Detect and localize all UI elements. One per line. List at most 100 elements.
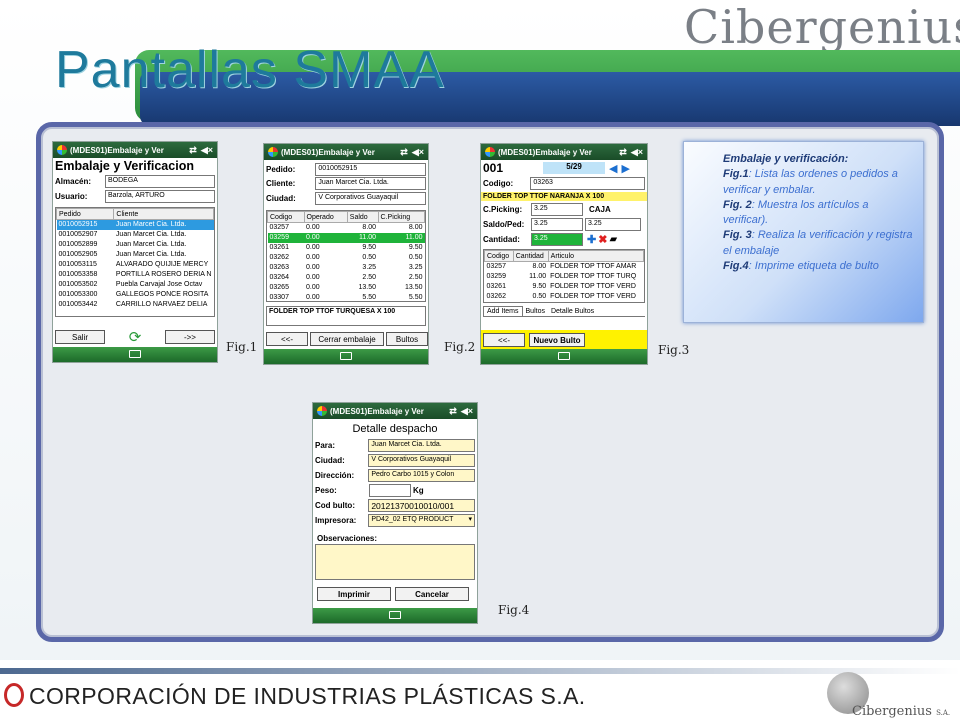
table-row[interactable]: 0010052907 Juan Marcet Cia. Ltda. (57, 230, 214, 240)
cantidad-field[interactable]: 3.25 (531, 233, 583, 246)
cpicking-field[interactable]: 3.25 (531, 203, 583, 216)
col-saldo[interactable]: Saldo (346, 211, 379, 223)
table-row[interactable]: 0010053502 Puebla Carvajal Jose Octav (57, 280, 214, 290)
delete-icon[interactable]: ✖ (598, 233, 607, 246)
direccion-label: Dirección: (315, 471, 355, 480)
saldo-field[interactable]: 3.25 (531, 218, 583, 231)
bultos-button[interactable]: Bultos (386, 332, 428, 346)
ciudad-field[interactable]: V Corporativos Guayaquil (368, 454, 475, 467)
table-row[interactable]: 03265 0.00 13.50 13.50 (268, 283, 425, 293)
cantidad-label: Cantidad: (483, 235, 520, 244)
peso-field[interactable] (369, 484, 411, 497)
items-table[interactable]: Codigo Operado Saldo C.Picking 03257 0.00… (266, 210, 426, 302)
imprimir-button[interactable]: Imprimir (317, 587, 391, 601)
cliente-field[interactable]: Juan Marcet Cia. Ltda. (315, 177, 426, 190)
chevron-down-icon[interactable]: ▾ (468, 515, 472, 523)
table-row[interactable]: 0010052915 Juan Marcet Cia. Ltda. (56, 219, 214, 230)
footer-divider (0, 668, 960, 674)
prev-arrow-icon[interactable]: ◀ (609, 162, 617, 175)
connectivity-icon: ⇄ (189, 144, 197, 155)
tab-add-items[interactable]: Add Items (483, 306, 523, 316)
table-row[interactable]: 03257 0.00 8.00 8.00 (268, 223, 425, 233)
table-row[interactable]: 03261 0.00 9.50 9.50 (268, 243, 425, 253)
description-heading: Embalaje y verificación: (723, 153, 849, 165)
table-row[interactable]: 03257 8.00 FOLDER TOP TTOF AMAR (485, 262, 644, 272)
brand-logo-top: Cibergenius (684, 0, 960, 54)
back-button[interactable]: <<- (266, 332, 308, 346)
table-row[interactable]: 0010052905 Juan Marcet Cia. Ltda. (57, 250, 214, 260)
impresora-value: PD42_02 ETQ PRODUCT (371, 516, 454, 523)
phone-title-text: (MDES01)Embalaje y Ver (281, 147, 375, 157)
cancelar-button[interactable]: Cancelar (395, 587, 469, 601)
windows-start-icon[interactable] (57, 145, 67, 155)
table-row[interactable]: 0010053115 ALVARADO QUIJIJE MERCY (57, 260, 214, 270)
direccion-field[interactable]: Pedro Carbo 1015 y Colon (368, 469, 475, 482)
keyboard-icon[interactable] (558, 352, 570, 360)
ciudad-field[interactable]: V Corporativos Guayaquil (315, 192, 426, 205)
connectivity-icon: ⇄ (449, 405, 457, 416)
impresora-select[interactable]: PD42_02 ETQ PRODUCT ▾ (368, 514, 475, 527)
windows-start-icon[interactable] (268, 147, 278, 157)
table-row[interactable]: 0010052899 Juan Marcet Cia. Ltda. (57, 240, 214, 250)
add-icon[interactable]: ✚ (587, 233, 596, 246)
col-codigo[interactable]: Codigo (484, 250, 514, 262)
table-row[interactable]: 03259 11.00 FOLDER TOP TTOF TURQ (485, 272, 644, 282)
next-arrow-icon[interactable]: ▶ (621, 162, 629, 175)
phone-screen-fig2: (MDES01)Embalaje y Ver ⇄ ◀× Pedido: 00100… (263, 143, 429, 365)
nuevo-bulto-button[interactable]: Nuevo Bulto (529, 333, 585, 347)
table-row[interactable]: 0010053300 GALLEGOS PONCE ROSITA (57, 290, 214, 300)
refresh-icon[interactable]: ⟳ (129, 328, 142, 346)
peso-label: Peso: (315, 486, 337, 495)
desc-fig2-key: Fig. 2 (723, 198, 752, 211)
volume-icon: ◀× (630, 146, 643, 157)
usuario-field[interactable]: Barzola, ARTURO (105, 190, 215, 203)
codigo-label: Codigo: (483, 179, 514, 188)
codigo-field[interactable]: 03263 (530, 177, 645, 190)
col-cpicking[interactable]: C.Picking (377, 211, 425, 223)
back-button[interactable]: <<- (483, 333, 525, 347)
col-codigo[interactable]: Codigo (267, 211, 305, 223)
table-row[interactable]: 03259 0.00 11.00 11.00 (267, 232, 425, 243)
keyboard-icon[interactable] (389, 611, 401, 619)
pedido-field[interactable]: 0010052915 (315, 163, 426, 176)
col-operado[interactable]: Operado (303, 211, 348, 223)
col-pedido[interactable]: Pedido (56, 208, 115, 220)
phone-title-text: (MDES01)Embalaje y Ver (70, 145, 164, 155)
tab-bultos[interactable]: Bultos (523, 307, 548, 316)
table-row[interactable]: 0010053442 CARRILLO NARVAEZ DELIA (57, 300, 214, 310)
cliente-label: Cliente: (266, 179, 296, 188)
cpicking-label: C.Picking: (483, 205, 523, 214)
connectivity-icon: ⇄ (619, 146, 627, 157)
next-button[interactable]: ->> (164, 330, 215, 344)
pedido-qty-field[interactable]: 3.25 (585, 218, 641, 231)
para-field[interactable]: Juan Marcet Cia. Ltda. (368, 439, 475, 452)
observaciones-field[interactable] (315, 544, 475, 580)
desc-fig3-key: Fig. 3 (723, 229, 752, 242)
keyboard-icon[interactable] (129, 350, 141, 358)
table-row[interactable]: 03263 0.00 3.25 3.25 (268, 263, 425, 273)
desc-fig1-key: Fig.1 (723, 168, 749, 181)
cerrar-embalaje-button[interactable]: Cerrar embalaje (310, 332, 384, 346)
phone-bottom-bar (313, 608, 477, 623)
phone-titlebar: (MDES01)Embalaje y Ver ⇄ ◀× (264, 144, 428, 160)
table-row[interactable]: 03262 0.00 0.50 0.50 (268, 253, 425, 263)
col-cantidad[interactable]: Cantidad (512, 250, 549, 262)
windows-start-icon[interactable] (485, 147, 495, 157)
table-row[interactable]: 0010053358 PORTILLA ROSERO DERIA N (57, 270, 214, 280)
col-articulo[interactable]: Articulo (547, 250, 644, 262)
table-row[interactable]: 03307 0.00 5.50 5.50 (268, 293, 425, 301)
table-row[interactable]: 03264 0.00 2.50 2.50 (268, 273, 425, 283)
bulto-items-table[interactable]: Codigo Cantidad Articulo 03257 8.00 FOLDER T… (483, 249, 645, 303)
col-cliente[interactable]: Cliente (113, 208, 214, 220)
keyboard-icon[interactable] (340, 352, 352, 360)
windows-start-icon[interactable] (317, 406, 327, 416)
table-row[interactable]: 03262 0.50 FOLDER TOP TTOF VERD (485, 292, 644, 302)
save-icon[interactable]: ▰ (609, 234, 617, 245)
almacen-field[interactable]: BODEGA (105, 175, 215, 188)
pedido-label: Pedido: (266, 165, 296, 174)
table-row[interactable]: 03261 9.50 FOLDER TOP TTOF VERD (485, 282, 644, 292)
orders-table[interactable]: Pedido Cliente 0010052915 Juan Marcet Cia.… (55, 207, 215, 317)
salir-button[interactable]: Salir (55, 330, 105, 344)
codbulto-field[interactable]: 20121370010010/001 (368, 499, 475, 512)
tab-detalle-bultos[interactable]: Detalle Bultos (548, 307, 597, 316)
